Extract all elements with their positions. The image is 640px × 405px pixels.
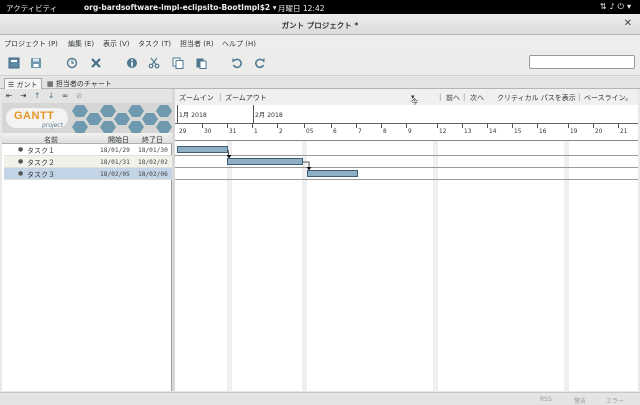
task-tree-pane: ⇤ ⇥ ↑ ↓ ∞ ⊘ GANTT project 名前 開始日 終了日 ● タ… bbox=[2, 89, 172, 391]
app-menu-label: org-bardsoftware-impl-eclipsito-BootImpl… bbox=[84, 3, 271, 12]
history-icon[interactable] bbox=[64, 55, 80, 71]
menu-edit[interactable]: 編集 (E) bbox=[68, 39, 94, 49]
copy-icon[interactable] bbox=[170, 55, 186, 71]
task-end: 18/02/02 bbox=[138, 158, 168, 166]
volume-icon: ♪ bbox=[609, 2, 618, 11]
task-start: 18/01/29 bbox=[100, 146, 130, 154]
power-icon: ⏻ bbox=[617, 2, 627, 11]
new-project-icon[interactable] bbox=[6, 55, 22, 71]
info-icon[interactable] bbox=[124, 55, 140, 71]
task-start: 18/02/05 bbox=[100, 170, 130, 178]
close-icon[interactable]: ✕ bbox=[624, 18, 632, 29]
gantt-icon: ☰ bbox=[8, 81, 15, 89]
dependency-arrowhead bbox=[226, 155, 232, 159]
task-start: 18/01/31 bbox=[100, 158, 130, 166]
tab-gantt-label: ガント bbox=[16, 81, 38, 89]
logo-subtitle: project bbox=[42, 122, 63, 129]
task-bullet-icon: ● bbox=[18, 146, 24, 153]
gantt-chart[interactable]: ズームイン | ズームアウト 今日 ▾ | 前へ | 次へ クリティカル パスを… bbox=[175, 89, 638, 391]
status-error[interactable]: エラー bbox=[606, 396, 624, 405]
unlink-icon[interactable]: ⊘ bbox=[76, 91, 82, 100]
dependency-arrowhead bbox=[306, 167, 312, 171]
menu-bar: プロジェクト (P) 編集 (E) 表示 (V) タスク (T) 担当者 (R)… bbox=[0, 36, 640, 50]
cut-icon[interactable] bbox=[146, 55, 162, 71]
paste-icon[interactable] bbox=[193, 55, 209, 71]
task-end: 18/01/30 bbox=[138, 146, 168, 154]
window-title: ガント プロジェクト * bbox=[281, 21, 359, 30]
task-name: タスク２ bbox=[27, 159, 55, 167]
system-top-bar: アクティビティ org-bardsoftware-impl-eclipsito-… bbox=[0, 0, 640, 14]
activities-button[interactable]: アクティビティ bbox=[6, 3, 57, 14]
logo-title: GANTT bbox=[14, 110, 55, 122]
menu-view[interactable]: 表示 (V) bbox=[103, 39, 129, 49]
tab-gantt[interactable]: ☰ ガント bbox=[4, 78, 42, 89]
task-name: タスク３ bbox=[27, 171, 55, 179]
table-row[interactable]: ● タスク１ 18/01/29 18/01/30 bbox=[4, 144, 172, 156]
move-down-icon[interactable]: ↓ bbox=[48, 91, 54, 100]
tab-resource-label: 担当者のチャート bbox=[55, 80, 112, 88]
clock[interactable]: 月曜日 12:42 bbox=[278, 3, 325, 14]
system-tray[interactable]: ⇅♪⏻▾ bbox=[600, 2, 634, 12]
unindent-icon[interactable]: ⇤ bbox=[6, 91, 12, 100]
window-titlebar: ガント プロジェクト * ✕ bbox=[0, 14, 640, 35]
menu-resource[interactable]: 担当者 (R) bbox=[180, 39, 214, 49]
link-icon[interactable]: ∞ bbox=[62, 91, 68, 100]
dependency-arrows bbox=[226, 149, 312, 171]
menu-project[interactable]: プロジェクト (P) bbox=[4, 39, 58, 49]
task-tree-toolbar: ⇤ ⇥ ↑ ↓ ∞ ⊘ bbox=[2, 89, 172, 103]
table-row-selected[interactable]: ● タスク３ 18/02/05 18/02/06 bbox=[4, 168, 172, 180]
resource-icon: ▦ bbox=[47, 80, 54, 88]
indent-icon[interactable]: ⇥ bbox=[20, 91, 26, 100]
task-end: 18/02/06 bbox=[138, 170, 168, 178]
status-rss[interactable]: RSS bbox=[540, 396, 552, 403]
task-table-header: 名前 開始日 終了日 bbox=[2, 133, 172, 144]
status-bar: RSS 警告 エラー bbox=[0, 392, 640, 405]
task-bullet-icon: ● bbox=[18, 170, 24, 177]
save-icon[interactable] bbox=[28, 55, 44, 71]
network-icon: ⇅ bbox=[599, 2, 610, 11]
status-warning[interactable]: 警告 bbox=[574, 396, 586, 405]
menu-task[interactable]: タスク (T) bbox=[138, 39, 171, 49]
menu-help[interactable]: ヘルプ (H) bbox=[222, 39, 256, 49]
gantt-project-logo: GANTT project bbox=[2, 103, 172, 135]
task-bullet-icon: ● bbox=[18, 158, 24, 165]
undo-icon[interactable] bbox=[229, 55, 245, 71]
redo-icon[interactable] bbox=[252, 55, 268, 71]
delete-icon[interactable] bbox=[88, 55, 104, 71]
move-up-icon[interactable]: ↑ bbox=[34, 91, 40, 100]
view-tabs: ☰ ガント ▦ 担当者のチャート bbox=[0, 77, 640, 89]
task-name: タスク１ bbox=[27, 147, 55, 155]
search-input[interactable] bbox=[529, 55, 635, 69]
tab-resource-chart[interactable]: ▦ 担当者のチャート bbox=[44, 78, 115, 89]
app-menu[interactable]: org-bardsoftware-impl-eclipsito-BootImpl… bbox=[84, 3, 277, 12]
table-row[interactable]: ● タスク２ 18/01/31 18/02/02 bbox=[4, 156, 172, 168]
